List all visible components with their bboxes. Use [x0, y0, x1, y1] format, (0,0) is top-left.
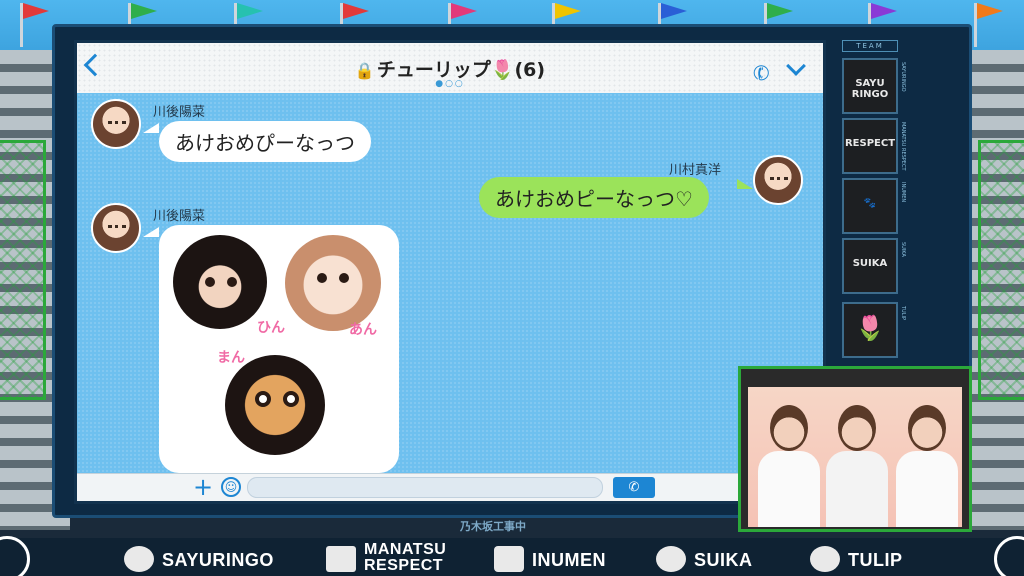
smiley-icon[interactable]: ☺: [221, 477, 241, 497]
fence-right: [978, 140, 1024, 400]
team-title: TEAM: [842, 40, 898, 52]
sender-name: 川後陽菜: [153, 105, 206, 120]
lock-icon: 🔒: [354, 61, 375, 80]
chat-title: 🔒 チューリップ🌷(6): [77, 55, 823, 82]
team-tile-tulip[interactable]: 🌷: [842, 302, 898, 358]
team-side-label: INUMEN: [900, 182, 906, 203]
team-tile-sayuringo[interactable]: SAYU RINGO: [842, 58, 898, 114]
sticker-label: あん: [349, 322, 377, 338]
flag: [20, 3, 49, 47]
flag: [974, 3, 1003, 47]
team-banner: SAYURINGO MANATSU RESPECT INUMEN SUIKA T…: [0, 538, 1024, 576]
avatar[interactable]: [753, 155, 803, 205]
message-list: 川後陽菜 あけおめぴーなっつ 川村真洋 あけおめピーなっつ♡ 川後陽菜 ひん あ…: [77, 93, 823, 473]
person: [756, 405, 822, 527]
message-bubble[interactable]: あけおめピーなっつ♡: [479, 177, 709, 218]
video-inset: [738, 366, 972, 532]
team-panel: TEAM SAYU RINGO SAYURINGO RESPECT MANATS…: [838, 40, 906, 370]
team-side-label: SAYURINGO: [900, 62, 906, 92]
team-tile-suika[interactable]: SUIKA: [842, 238, 898, 294]
banner-team: INUMEN: [532, 550, 606, 570]
banner-team: TULIP: [848, 550, 903, 570]
banner-team: MANATSU RESPECT: [364, 541, 447, 574]
avatar[interactable]: [91, 99, 141, 149]
page-dots: ●○○: [435, 79, 465, 89]
message-bubble[interactable]: あけおめぴーなっつ: [159, 121, 371, 162]
sticker-face-2[interactable]: [285, 235, 381, 331]
tulip-icon: [810, 546, 840, 572]
sticker-label: ひん: [257, 320, 285, 336]
chat-header: 🔒 チューリップ🌷(6) ●○○ ✆: [77, 43, 823, 93]
house-icon: [494, 546, 524, 572]
banner-team: SUIKA: [694, 550, 753, 570]
member-count: (6): [514, 59, 546, 81]
sticker-label: まん: [217, 350, 245, 366]
badge-icon: [326, 546, 356, 572]
fence-left: [0, 140, 46, 400]
show-logo: 乃木坂工事中: [460, 520, 526, 533]
input-bar: + ☺ ✆: [77, 473, 823, 501]
send-icon[interactable]: ✆: [613, 477, 655, 498]
sender-name: 川村真洋: [669, 163, 722, 178]
bubble-tail: [143, 227, 159, 237]
group-name: チューリップ: [376, 59, 491, 81]
team-side-label: MANATSU RESPECT: [900, 122, 906, 171]
team-side-label: SUIKA: [900, 242, 906, 257]
watermelon-icon: [656, 546, 686, 572]
tulip-icon: 🌷: [490, 59, 515, 81]
sender-name: 川後陽菜: [153, 209, 206, 224]
person: [824, 405, 890, 527]
bubble-tail: [143, 123, 159, 133]
message-input[interactable]: [247, 477, 603, 498]
person: [894, 405, 960, 527]
chat-screen: 🔒 チューリップ🌷(6) ●○○ ✆ 川後陽菜 あけおめぴーなっつ 川村真洋 あけ…: [74, 40, 826, 504]
team-side-label: TULIP: [900, 306, 906, 320]
sticker-message[interactable]: ひん あん まん: [159, 225, 399, 473]
banner-team: SAYURINGO: [162, 550, 274, 570]
video-frame: [748, 387, 962, 527]
sticker-face-3[interactable]: [225, 355, 325, 455]
sticker-face-1[interactable]: [173, 235, 267, 329]
team-tile-manatsu-respect[interactable]: RESPECT: [842, 118, 898, 174]
avatar[interactable]: [91, 203, 141, 253]
bubble-tail: [737, 179, 753, 189]
apple-icon: [124, 546, 154, 572]
plus-icon[interactable]: +: [193, 474, 213, 500]
team-tile-inumen[interactable]: 🐾: [842, 178, 898, 234]
